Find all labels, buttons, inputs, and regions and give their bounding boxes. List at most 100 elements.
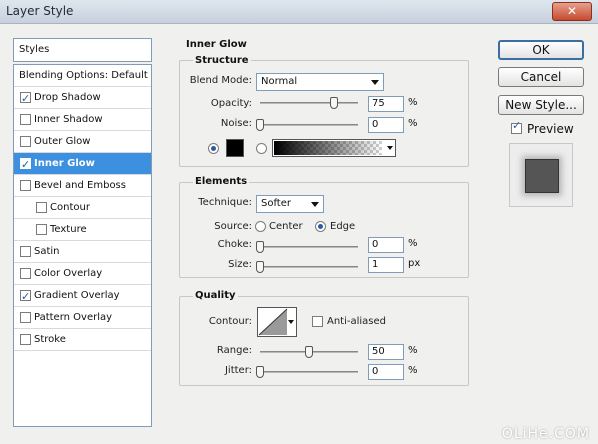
source-label: Source:: [214, 221, 252, 232]
choke-value: 0: [372, 239, 379, 250]
noise-label: Noise:: [220, 118, 252, 129]
style-enable-checkbox[interactable]: [20, 154, 31, 175]
styles-list-item[interactable]: Pattern Overlay: [14, 307, 151, 329]
source-center-label: Center: [269, 221, 303, 232]
blend-mode-select[interactable]: Normal: [256, 73, 384, 91]
styles-list-item[interactable]: Texture: [14, 219, 151, 241]
size-label: Size:: [228, 259, 252, 270]
styles-list-item[interactable]: Bevel and Emboss: [14, 175, 151, 197]
style-enable-checkbox[interactable]: [20, 88, 31, 109]
noise-input[interactable]: 0: [368, 117, 404, 133]
blend-mode-label: Blend Mode:: [189, 75, 252, 86]
styles-list-item-label: Contour: [50, 202, 90, 213]
styles-list-item-label: Inner Shadow: [34, 114, 103, 125]
preview-checkbox[interactable]: [511, 119, 522, 134]
style-enable-checkbox[interactable]: [20, 114, 31, 125]
styles-header-label: Styles: [19, 44, 50, 55]
noise-unit: %: [408, 118, 418, 129]
size-slider-thumb[interactable]: [256, 261, 264, 273]
glow-color-radio[interactable]: [208, 143, 219, 154]
preview-thumbnail: [509, 143, 573, 207]
jitter-slider-thumb[interactable]: [256, 366, 264, 378]
styles-list-item-label: Bevel and Emboss: [34, 180, 126, 191]
technique-select[interactable]: Softer: [256, 195, 324, 213]
styles-list-item[interactable]: Satin: [14, 241, 151, 263]
cancel-button[interactable]: Cancel: [498, 67, 584, 87]
anti-aliased-label: Anti-aliased: [327, 316, 387, 327]
jitter-input[interactable]: 0: [368, 364, 404, 380]
styles-list-item[interactable]: Outer Glow: [14, 131, 151, 153]
contour-preview-icon: [258, 308, 288, 336]
style-enable-checkbox[interactable]: [20, 246, 31, 257]
size-value: 1: [372, 259, 379, 270]
styles-list-item[interactable]: Contour: [14, 197, 151, 219]
title-bar: Layer Style ✕: [0, 0, 598, 24]
glow-gradient-picker[interactable]: [272, 139, 396, 157]
cancel-button-label: Cancel: [520, 70, 562, 84]
choke-unit: %: [408, 238, 418, 249]
close-button[interactable]: ✕: [552, 2, 592, 21]
contour-label: Contour:: [208, 316, 252, 327]
jitter-slider-track[interactable]: [260, 371, 358, 373]
source-edge-radio[interactable]: [315, 221, 326, 232]
style-enable-checkbox[interactable]: [20, 286, 31, 307]
inner-glow-title: Inner Glow: [184, 39, 249, 50]
size-input[interactable]: 1: [368, 257, 404, 273]
styles-list-item-label: Stroke: [34, 334, 66, 345]
anti-aliased-checkbox[interactable]: [312, 316, 323, 327]
jitter-unit: %: [408, 365, 418, 376]
opacity-unit: %: [408, 97, 418, 108]
styles-list-item[interactable]: Inner Glow: [14, 153, 151, 175]
range-label: Range:: [216, 345, 252, 356]
opacity-value: 75: [372, 98, 385, 109]
opacity-label: Opacity:: [210, 98, 252, 109]
styles-list-item[interactable]: Drop Shadow: [14, 87, 151, 109]
styles-list-item[interactable]: Gradient Overlay: [14, 285, 151, 307]
chevron-down-icon: [371, 80, 379, 85]
styles-header[interactable]: Styles: [13, 38, 152, 62]
contour-picker[interactable]: [257, 307, 297, 337]
glow-gradient-radio[interactable]: [256, 143, 267, 154]
opacity-slider-track[interactable]: [260, 102, 358, 104]
style-enable-checkbox[interactable]: [20, 268, 31, 279]
close-icon: ✕: [566, 4, 578, 18]
style-enable-checkbox[interactable]: [20, 180, 31, 191]
range-slider-thumb[interactable]: [305, 346, 313, 358]
styles-list-item-label: Blending Options: Default: [19, 70, 148, 81]
jitter-label: Jitter:: [224, 365, 252, 376]
styles-list-item[interactable]: Blending Options: Default: [14, 65, 151, 87]
styles-list-item[interactable]: Color Overlay: [14, 263, 151, 285]
choke-input[interactable]: 0: [368, 237, 404, 253]
choke-slider-thumb[interactable]: [256, 241, 264, 253]
style-enable-checkbox[interactable]: [20, 334, 31, 345]
styles-list-item-label: Satin: [34, 246, 60, 257]
range-input[interactable]: 50: [368, 344, 404, 360]
style-enable-checkbox[interactable]: [36, 224, 47, 235]
source-edge-label: Edge: [330, 221, 356, 232]
ok-button-label: OK: [532, 43, 550, 57]
style-enable-checkbox[interactable]: [20, 312, 31, 323]
style-enable-checkbox[interactable]: [20, 136, 31, 147]
choke-slider-track[interactable]: [260, 246, 358, 248]
styles-list-item[interactable]: Inner Shadow: [14, 109, 151, 131]
noise-slider-thumb[interactable]: [256, 119, 264, 131]
source-center-radio[interactable]: [255, 221, 266, 232]
opacity-slider-thumb[interactable]: [330, 97, 338, 109]
styles-list-item[interactable]: Stroke: [14, 329, 151, 351]
glow-color-swatch[interactable]: [226, 139, 244, 157]
ok-button[interactable]: OK: [498, 40, 584, 60]
size-slider-track[interactable]: [260, 266, 358, 268]
preview-label: Preview: [527, 122, 574, 136]
styles-list-item-label: Gradient Overlay: [34, 290, 120, 301]
new-style-button[interactable]: New Style...: [498, 95, 584, 115]
size-unit: px: [408, 258, 421, 269]
noise-slider-track[interactable]: [260, 124, 358, 126]
style-enable-checkbox[interactable]: [36, 202, 47, 213]
range-value: 50: [372, 346, 385, 357]
styles-list-item-label: Color Overlay: [34, 268, 103, 279]
dialog-title: Layer Style: [6, 4, 74, 18]
layer-style-dialog: Layer Style ✕ Styles Blending Options: D…: [0, 0, 598, 444]
structure-title: Structure: [193, 55, 251, 66]
opacity-input[interactable]: 75: [368, 96, 404, 112]
chevron-down-icon: [311, 202, 319, 207]
